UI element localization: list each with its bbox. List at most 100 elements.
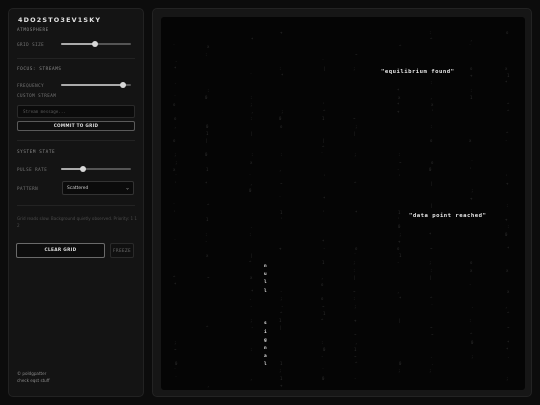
grid-glyph: | bbox=[430, 202, 433, 208]
grid-glyph: | bbox=[323, 66, 326, 71]
grid-glyph: ^ bbox=[399, 44, 402, 50]
grid-glyph: ~ bbox=[431, 332, 434, 338]
grid-glyph: . bbox=[431, 361, 434, 367]
grid-glyph: ` bbox=[175, 174, 178, 179]
grid-glyph: : bbox=[250, 346, 253, 352]
grid-glyph: , bbox=[174, 123, 177, 129]
grid-glyph: ; bbox=[354, 152, 357, 158]
grid-glyph: ` bbox=[175, 375, 178, 381]
grid-glyph: 1 bbox=[470, 94, 473, 100]
grid-glyph: , bbox=[250, 375, 253, 381]
grid-glyph: : bbox=[251, 152, 254, 158]
grid-glyph: ` bbox=[174, 94, 177, 100]
grid-glyph: + bbox=[279, 246, 282, 251]
slider-thumb[interactable] bbox=[119, 82, 126, 88]
grid-glyph: * bbox=[174, 66, 177, 71]
grid-glyph: ^ bbox=[207, 202, 210, 208]
grid-glyph: 0 bbox=[398, 224, 401, 230]
grid-glyph: : bbox=[353, 296, 356, 302]
grid-glyph: - bbox=[397, 260, 400, 266]
grid-glyph: | bbox=[353, 274, 356, 280]
grid-glyph: 1 bbox=[399, 253, 402, 259]
slider-thumb[interactable] bbox=[91, 41, 98, 47]
grid-glyph: o bbox=[431, 159, 434, 165]
commit-to-grid-button[interactable]: COMMIT TO GRID bbox=[17, 121, 135, 131]
grid-glyph: 0 bbox=[279, 116, 282, 122]
chevron-down-icon: ⌄ bbox=[125, 185, 129, 191]
grid-glyph: , bbox=[207, 382, 210, 388]
grid-glyph: ; bbox=[250, 318, 253, 323]
grid-glyph: : bbox=[250, 116, 253, 122]
divider bbox=[17, 58, 135, 59]
frequency-slider[interactable] bbox=[61, 81, 131, 89]
slider-fill bbox=[61, 43, 95, 45]
clear-grid-button[interactable]: CLEAR GRID bbox=[16, 243, 105, 258]
credits: © poldgpatter check eqst stuff bbox=[17, 370, 50, 384]
grid-glyph: + bbox=[505, 217, 508, 223]
grid-glyph: ~ bbox=[322, 303, 325, 309]
grid-glyph: * bbox=[355, 210, 358, 215]
grid-glyph: ; bbox=[174, 339, 177, 345]
slider-thumb[interactable] bbox=[80, 166, 87, 172]
pattern-label: PATTERN bbox=[17, 185, 39, 191]
grid-glyph: o bbox=[321, 296, 324, 302]
grid-glyph: . bbox=[471, 303, 474, 309]
grid-glyph: x bbox=[505, 66, 508, 71]
grid-glyph: o bbox=[173, 138, 176, 143]
grid-glyph: + bbox=[470, 195, 473, 201]
grid-glyph: - bbox=[251, 325, 254, 331]
grid-glyph: ; bbox=[353, 260, 356, 266]
grid-glyph: : bbox=[470, 87, 473, 93]
grid-glyph: ` bbox=[469, 44, 472, 50]
grid-glyph: 0 bbox=[471, 339, 474, 345]
grid-glyph: - bbox=[250, 303, 253, 309]
status-message: Grid reads slow. Background quietly obse… bbox=[17, 216, 137, 228]
grid-glyph: : bbox=[321, 339, 324, 345]
divider bbox=[17, 140, 135, 141]
grid-glyph: ' bbox=[323, 174, 326, 179]
grid-glyph: , bbox=[355, 339, 358, 345]
custom-stream-input[interactable] bbox=[17, 105, 135, 118]
grid-glyph: x bbox=[250, 159, 253, 165]
grid-glyph: x bbox=[469, 138, 472, 143]
grid-glyph: o bbox=[430, 138, 433, 143]
grid-glyph: * bbox=[251, 289, 254, 295]
grid-glyph: * bbox=[323, 195, 326, 201]
grid-glyph: * bbox=[281, 73, 284, 79]
grid-glyph: ` bbox=[354, 253, 357, 259]
grid-glyph: * bbox=[505, 80, 508, 86]
grid-glyph: ' bbox=[174, 181, 177, 187]
grid-glyph: 0 bbox=[206, 123, 209, 129]
grid-glyph: * bbox=[251, 37, 254, 43]
grid-glyph: ; bbox=[506, 375, 509, 381]
grid-glyph: x bbox=[470, 267, 473, 273]
grid-glyph: , bbox=[251, 109, 254, 115]
freeze-button[interactable]: FREEZE bbox=[110, 243, 134, 258]
grid-glyph: , bbox=[505, 303, 508, 309]
control-sidebar: 4DO2STO3EV1SKY ATMOSPHERE GRID SIZE FOCU… bbox=[8, 8, 144, 397]
grid-glyph: ^ bbox=[354, 181, 357, 187]
grid-glyph: ; bbox=[354, 303, 357, 309]
grid-glyph: ; bbox=[175, 159, 178, 165]
grid-glyph: 0 bbox=[249, 188, 252, 194]
grid-glyph: ~ bbox=[355, 51, 358, 57]
grid-glyph: ^ bbox=[280, 310, 283, 316]
grid-glyph: : bbox=[249, 231, 252, 237]
grid-glyph: * bbox=[397, 102, 400, 107]
grid-glyph: - bbox=[321, 354, 324, 359]
grid-glyph: ` bbox=[174, 238, 177, 244]
grid-glyph: 0 bbox=[505, 231, 508, 237]
grid-glyph: ` bbox=[322, 368, 325, 374]
grid-glyph: ^ bbox=[323, 109, 326, 115]
grid-size-slider[interactable] bbox=[61, 40, 131, 48]
grid-glyph: 0 bbox=[175, 361, 178, 367]
grid-glyph: ; bbox=[399, 231, 402, 237]
grid-glyph: , bbox=[431, 66, 434, 71]
grid-glyph: 1 bbox=[280, 210, 283, 215]
pulse-rate-slider[interactable] bbox=[61, 165, 131, 173]
stream-glyph: n bbox=[264, 346, 267, 351]
pattern-select[interactable]: Scattered ⌄ bbox=[62, 181, 134, 195]
grid-glyph: x bbox=[431, 102, 434, 107]
character-grid[interactable]: "equilibrium found" "data point reached"… bbox=[161, 17, 525, 390]
grid-glyph: 1 bbox=[206, 166, 209, 172]
